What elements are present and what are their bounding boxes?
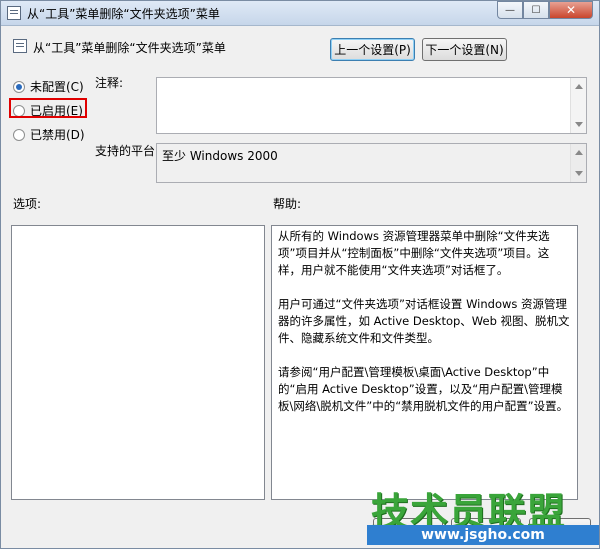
window-title: 从“工具”菜单删除“文件夹选项”菜单	[27, 7, 220, 21]
scroll-up-icon[interactable]	[575, 150, 583, 155]
comment-label: 注释:	[95, 76, 124, 90]
title-bar[interactable]: 从“工具”菜单删除“文件夹选项”菜单 — ☐ ✕	[1, 1, 599, 26]
setting-icon	[13, 39, 27, 53]
setting-name: 从“工具”菜单删除“文件夹选项”菜单	[33, 41, 226, 55]
platform-field: 至少 Windows 2000	[156, 143, 587, 183]
radio-disabled[interactable]: 已禁用(D)	[13, 126, 85, 143]
site-watermark: 技术员联盟 www.jsgho.com	[367, 481, 599, 549]
radio-label: 未配置(C)	[30, 80, 84, 94]
radio-button[interactable]	[13, 80, 25, 93]
platform-label: 支持的平台:	[95, 144, 160, 158]
scroll-down-icon[interactable]	[575, 122, 583, 127]
caption-buttons: — ☐ ✕	[497, 1, 593, 19]
maximize-button[interactable]: ☐	[523, 1, 549, 19]
close-button[interactable]: ✕	[549, 1, 593, 19]
policy-document-icon	[7, 6, 21, 20]
help-paragraph: 从所有的 Windows 资源管理器菜单中删除“文件夹选项”项目并从“控制面板”…	[278, 229, 550, 277]
minimize-button[interactable]: —	[497, 1, 523, 19]
help-paragraph: 请参阅“用户配置\管理模板\桌面\Active Desktop”中的“启用 Ac…	[278, 365, 569, 413]
policy-setting-window: 从“工具”菜单删除“文件夹选项”菜单 — ☐ ✕ 从“工具”菜单删除“文件夹选项…	[0, 0, 600, 549]
scroll-down-icon[interactable]	[575, 171, 583, 176]
highlight-box	[9, 98, 87, 118]
platform-value: 至少 Windows 2000	[162, 149, 278, 163]
radio-label: 已禁用(D)	[30, 128, 85, 142]
radio-button[interactable]	[13, 128, 25, 141]
watermark-url: www.jsgho.com	[367, 525, 599, 545]
help-label: 帮助:	[273, 197, 302, 211]
options-pane	[11, 225, 265, 500]
scroll-up-icon[interactable]	[575, 84, 583, 89]
help-paragraph: 用户可通过“文件夹选项”对话框设置 Windows 资源管理器的许多属性，如 A…	[278, 297, 570, 345]
options-label: 选项:	[13, 197, 42, 211]
comment-scrollbar[interactable]	[570, 78, 586, 133]
previous-setting-button[interactable]: 上一个设置(P)	[330, 38, 415, 61]
platform-scrollbar[interactable]	[570, 144, 586, 182]
radio-not-configured[interactable]: 未配置(C)	[13, 78, 84, 95]
help-pane: 从所有的 Windows 资源管理器菜单中删除“文件夹选项”项目并从“控制面板”…	[271, 225, 578, 500]
next-setting-button[interactable]: 下一个设置(N)	[422, 38, 507, 61]
comment-textarea[interactable]	[156, 77, 587, 134]
